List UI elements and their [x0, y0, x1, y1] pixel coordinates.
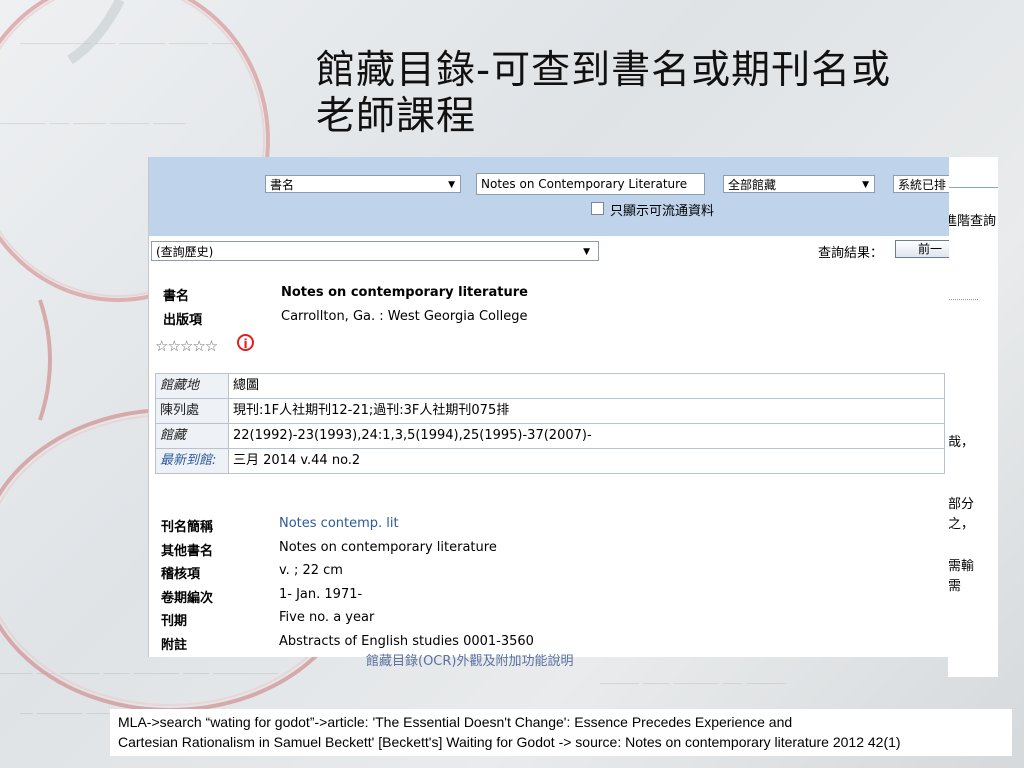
table-row: 館藏 22(1992)-23(1993),24:1,3,5(1994),25(1…: [156, 424, 944, 449]
right-overflow-strip: 進階查詢 哉， 部分 之， 需輸 需: [944, 157, 998, 677]
sort-value: 系統已排: [898, 178, 947, 192]
right-fragment: 之，: [948, 517, 975, 532]
meta-label: 刊期: [161, 614, 188, 629]
slide-title-line-1: 館藏目錄-可查到書名或期刊名或: [316, 48, 892, 93]
table-row: 館藏地 總圖: [156, 374, 944, 399]
scope-select[interactable]: 全部館藏 ▼: [723, 175, 875, 193]
holding-value: 現刊:1F人社期刊12-21;過刊:3F人社期刊075排: [233, 403, 510, 418]
record-title-label: 書名: [163, 289, 190, 304]
slide-title: 館藏目錄-可查到書名或期刊名或 老師課程: [316, 48, 1006, 140]
caption-note: MLA->search “wating for godot”->article:…: [110, 709, 1012, 756]
caption-line-1: MLA->search “wating for godot”->article:…: [118, 714, 793, 730]
holding-label: 館藏地: [156, 374, 229, 398]
holding-label: 陳列處: [156, 399, 229, 423]
meta-value: 1- Jan. 1971-: [279, 587, 363, 602]
search-query-value: Notes on Contemporary Literature: [481, 177, 688, 191]
caption-line-2: Cartesian Rationalism in Samuel Beckett'…: [118, 734, 901, 750]
scope-value: 全部館藏: [728, 178, 777, 192]
meta-value: Abstracts of English studies 0001-3560: [279, 634, 534, 649]
history-value: (查詢歷史): [156, 245, 214, 259]
search-query-input[interactable]: Notes on Contemporary Literature: [476, 173, 705, 195]
chevron-down-icon: ▼: [583, 247, 590, 257]
prev-button[interactable]: 前一: [895, 240, 949, 258]
search-field-select[interactable]: 書名 ▼: [265, 175, 461, 193]
meta-label: 卷期編次: [161, 591, 214, 606]
right-fragment: 部分: [948, 497, 975, 512]
right-fragment: 需: [948, 579, 962, 594]
holding-label: 館藏: [156, 424, 229, 448]
record-publisher-label: 出版項: [163, 313, 203, 328]
holding-value: 總圖: [233, 378, 260, 393]
available-only-checkbox[interactable]: [591, 202, 604, 215]
holdings-table: 館藏地 總圖 陳列處 現刊:1F人社期刊12-21;過刊:3F人社期刊075排 …: [155, 373, 945, 474]
meta-value: Notes on contemporary literature: [279, 540, 497, 555]
meta-label: 其他書名: [161, 544, 214, 559]
chevron-down-icon: ▼: [448, 180, 455, 190]
underlying-link-text: 館藏目錄(OCR)外觀及附加功能說明: [366, 654, 574, 669]
table-row: 陳列處 現刊:1F人社期刊12-21;過刊:3F人社期刊075排: [156, 399, 944, 424]
meta-value: v. ; 22 cm: [279, 563, 343, 578]
abbrev-title-link[interactable]: Notes contemp. lit: [279, 516, 399, 531]
record-publisher-value: Carrollton, Ga. : West Georgia College: [281, 309, 528, 324]
meta-label: 刊名簡稱: [161, 520, 214, 535]
holding-value: 三月 2014 v.44 no.2: [233, 453, 361, 468]
meta-label: 附註: [161, 638, 188, 653]
results-label: 查詢結果：: [818, 246, 884, 261]
meta-label: 稽核項: [161, 567, 201, 582]
search-toolbar: 書名 ▼ Notes on Contemporary Literature 全部…: [149, 157, 949, 236]
table-row: 最新到館: 三月 2014 v.44 no.2: [156, 449, 944, 473]
sort-select[interactable]: 系統已排: [893, 175, 949, 193]
chevron-down-icon: ▼: [862, 180, 869, 190]
catalog-screenshot: 書名 ▼ Notes on Contemporary Literature 全部…: [148, 157, 949, 657]
right-fragment: 哉，: [948, 435, 975, 450]
rating-stars[interactable]: ☆☆☆☆☆: [155, 337, 218, 355]
advanced-search-link[interactable]: 進階查詢: [944, 210, 996, 229]
available-only-label: 只顯示可流通資料: [610, 204, 715, 219]
meta-value: Five no. a year: [279, 610, 375, 625]
info-icon[interactable]: i: [237, 334, 254, 351]
slide-title-line-2: 老師課程: [316, 94, 477, 139]
history-select[interactable]: (查詢歷史) ▼: [151, 241, 599, 261]
latest-arrival-link[interactable]: 最新到館:: [156, 449, 229, 473]
search-field-value: 書名: [270, 178, 295, 192]
record-title-value: Notes on contemporary literature: [281, 285, 528, 300]
holding-value: 22(1992)-23(1993),24:1,3,5(1994),25(1995…: [233, 428, 592, 443]
right-fragment: 需輸: [948, 559, 975, 574]
